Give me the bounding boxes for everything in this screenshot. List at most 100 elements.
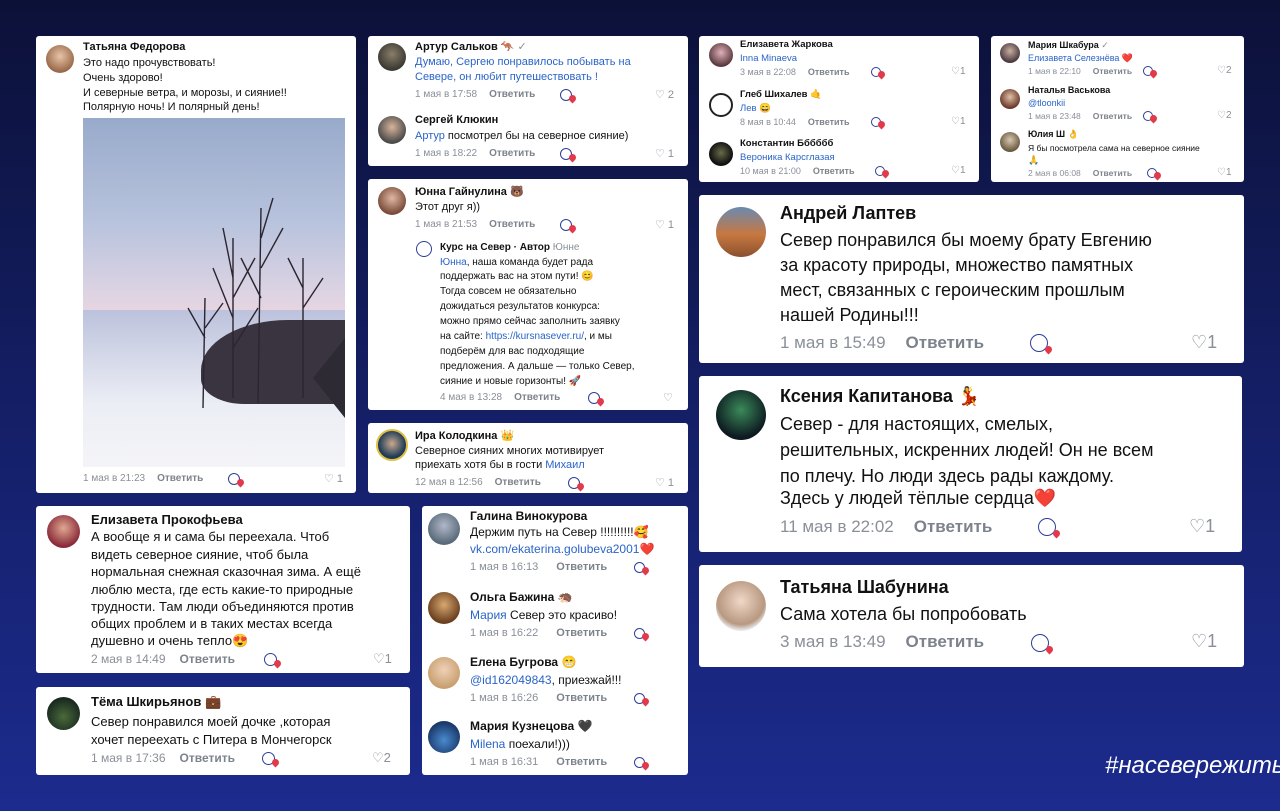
like-button[interactable]: ♡2 bbox=[1217, 65, 1232, 76]
author-name[interactable]: Елизавета Жаркова bbox=[740, 39, 833, 50]
author-name[interactable]: Юнна Гайнулина 🐻 bbox=[415, 185, 524, 198]
avatar[interactable] bbox=[709, 43, 733, 67]
avatar[interactable] bbox=[716, 207, 766, 257]
reaction-logo-icon[interactable] bbox=[560, 89, 572, 101]
like-button[interactable]: ♡1 bbox=[951, 165, 966, 176]
avatar[interactable] bbox=[376, 429, 408, 461]
reply-button[interactable]: Ответить bbox=[906, 632, 985, 651]
like-button[interactable]: ♡ 1 bbox=[655, 476, 674, 489]
reply-button[interactable]: Ответить bbox=[489, 148, 535, 159]
avatar[interactable] bbox=[1000, 43, 1020, 63]
avatar[interactable] bbox=[378, 43, 406, 71]
like-button[interactable]: ♡1 bbox=[1191, 332, 1217, 353]
reaction-logo-icon[interactable] bbox=[1030, 334, 1048, 352]
author-logo-avatar[interactable] bbox=[416, 241, 432, 257]
author-name[interactable]: Глеб Шихалев 🤙 bbox=[740, 89, 822, 100]
reaction-logo-icon[interactable] bbox=[228, 473, 240, 485]
avatar[interactable] bbox=[1000, 132, 1020, 152]
reaction-logo-icon[interactable] bbox=[634, 693, 645, 704]
author-name[interactable]: Артур Сальков 🦘 ✓ bbox=[415, 40, 527, 53]
like-button[interactable]: ♡ 2 bbox=[655, 88, 674, 101]
avatar[interactable] bbox=[46, 45, 74, 73]
comment-photo-winter-trees[interactable] bbox=[83, 118, 345, 467]
reaction-logo-icon[interactable] bbox=[1147, 168, 1157, 178]
mention-link[interactable]: Елизавета Селезнёва ❤️ bbox=[1028, 53, 1133, 64]
avatar[interactable] bbox=[716, 390, 766, 440]
reaction-logo-icon[interactable] bbox=[568, 477, 580, 489]
avatar[interactable] bbox=[378, 116, 406, 144]
reply-button[interactable]: Ответить bbox=[495, 477, 541, 488]
author-name[interactable]: Елена Бугрова 😁 bbox=[470, 655, 576, 669]
avatar[interactable] bbox=[428, 657, 460, 689]
reaction-logo-icon[interactable] bbox=[634, 562, 645, 573]
reaction-logo-icon[interactable] bbox=[871, 117, 881, 127]
author-name[interactable]: Ольга Бажина 🦔 bbox=[470, 590, 573, 604]
author-name[interactable]: Галина Винокурова bbox=[470, 509, 587, 523]
author-name[interactable]: Сергей Клюкин bbox=[415, 114, 498, 126]
author-name[interactable]: Мария Шкабура ✓ bbox=[1028, 40, 1109, 51]
like-button[interactable]: ♡1 bbox=[1191, 631, 1217, 652]
mention-link[interactable]: Мария bbox=[470, 608, 507, 622]
avatar[interactable] bbox=[378, 187, 406, 215]
reaction-logo-icon[interactable] bbox=[262, 752, 275, 765]
profile-link[interactable]: vk.com/ekaterina.golubeva2001❤️ bbox=[470, 542, 654, 556]
reply-button[interactable]: Ответить bbox=[157, 473, 203, 484]
author-name[interactable]: Андрей Лаптев bbox=[780, 203, 916, 224]
mention-link[interactable]: Лев 😄 bbox=[740, 103, 771, 114]
reply-button[interactable]: Ответить bbox=[808, 67, 850, 77]
author-name[interactable]: Мария Кузнецова 🖤 bbox=[470, 719, 592, 733]
avatar[interactable] bbox=[709, 142, 733, 166]
mention-link[interactable]: Вероника Карсглазая bbox=[740, 152, 835, 163]
reaction-logo-icon[interactable] bbox=[634, 757, 645, 768]
like-button[interactable]: ♡ 1 bbox=[655, 218, 674, 231]
like-button[interactable]: ♡1 bbox=[1217, 167, 1232, 178]
hashtag[interactable]: #насевережить bbox=[1105, 752, 1280, 780]
like-button[interactable]: ♡2 bbox=[1217, 110, 1232, 121]
author-name[interactable]: Елизавета Прокофьева bbox=[91, 512, 243, 527]
reaction-logo-icon[interactable] bbox=[1143, 111, 1153, 121]
author-name[interactable]: Ксения Капитанова 💃 bbox=[780, 386, 980, 407]
reply-button[interactable]: Ответить bbox=[556, 561, 607, 573]
reply-button[interactable]: Ответить bbox=[1093, 168, 1132, 178]
avatar[interactable] bbox=[428, 513, 460, 545]
like-button[interactable]: ♡ 1 bbox=[324, 472, 343, 485]
reaction-logo-icon[interactable] bbox=[560, 148, 572, 160]
avatar[interactable] bbox=[428, 721, 460, 753]
mention-link[interactable]: Михаил bbox=[545, 459, 584, 471]
mention-link[interactable]: Юнна bbox=[440, 257, 467, 268]
reaction-logo-icon[interactable] bbox=[875, 166, 885, 176]
reply-button[interactable]: Ответить bbox=[808, 117, 850, 127]
reply-button[interactable]: Ответить bbox=[1093, 111, 1132, 121]
reply-button[interactable]: Ответить bbox=[813, 166, 855, 176]
avatar[interactable] bbox=[709, 93, 733, 117]
reaction-logo-icon[interactable] bbox=[588, 392, 600, 404]
reaction-logo-icon[interactable] bbox=[560, 219, 572, 231]
avatar[interactable] bbox=[1000, 89, 1020, 109]
author-name[interactable]: Татьяна Федорова bbox=[83, 41, 185, 53]
author-name[interactable]: Татьяна Шабунина bbox=[780, 577, 949, 598]
mention-link[interactable]: Артур bbox=[415, 130, 445, 142]
reaction-logo-icon[interactable] bbox=[634, 628, 645, 639]
reply-button[interactable]: Ответить bbox=[556, 756, 607, 768]
like-button[interactable]: ♡ 1 bbox=[655, 147, 674, 160]
reply-button[interactable]: Ответить bbox=[1093, 66, 1132, 76]
like-button[interactable]: ♡2 bbox=[372, 750, 391, 766]
avatar[interactable] bbox=[428, 592, 460, 624]
avatar[interactable] bbox=[47, 515, 80, 548]
reply-button[interactable]: Ответить bbox=[556, 627, 607, 639]
like-button[interactable]: ♡1 bbox=[1189, 516, 1215, 537]
reaction-logo-icon[interactable] bbox=[871, 67, 881, 77]
avatar[interactable] bbox=[47, 697, 80, 730]
mention-link[interactable]: @id162049843 bbox=[470, 673, 552, 687]
like-button[interactable]: ♡1 bbox=[951, 66, 966, 77]
like-button[interactable]: ♡1 bbox=[373, 651, 392, 667]
reply-button[interactable]: Ответить bbox=[489, 219, 535, 230]
author-name[interactable]: Ира Колодкина 👑 bbox=[415, 429, 514, 442]
author-name[interactable]: Юлия Ш 👌 bbox=[1028, 129, 1079, 140]
mention-link[interactable]: @tloonkii bbox=[1028, 98, 1065, 108]
reply-button[interactable]: Ответить bbox=[914, 517, 993, 536]
reply-button[interactable]: Ответить bbox=[556, 692, 607, 704]
reaction-logo-icon[interactable] bbox=[1031, 634, 1049, 652]
like-button[interactable]: ♡1 bbox=[951, 116, 966, 127]
reaction-logo-icon[interactable] bbox=[264, 653, 277, 666]
